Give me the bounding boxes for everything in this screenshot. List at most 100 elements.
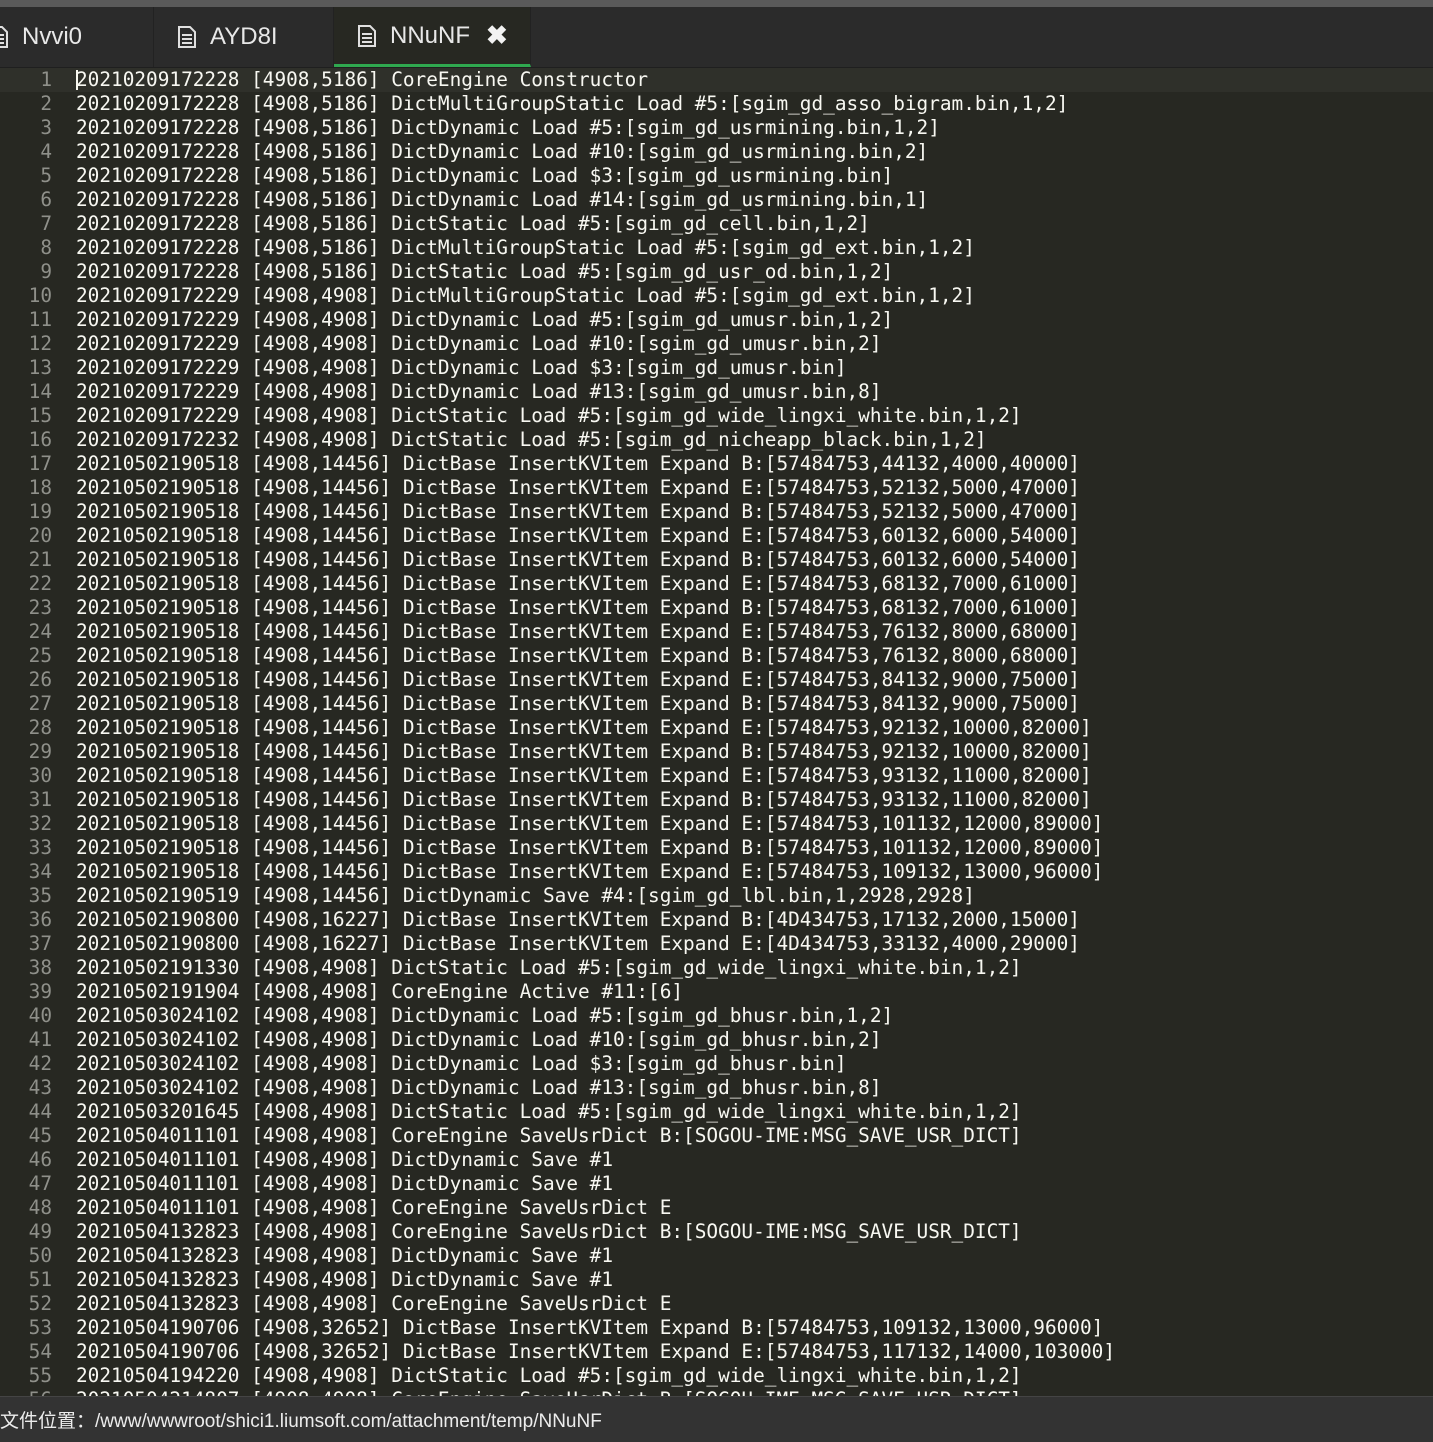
code-line[interactable]: 31 20210502190518 [4908,14456] DictBase I… (0, 788, 1433, 812)
code-line[interactable]: 23 20210502190518 [4908,14456] DictBase I… (0, 596, 1433, 620)
code-line[interactable]: 12 20210209172229 [4908,4908] DictDynamic… (0, 332, 1433, 356)
code-line[interactable]: 34 20210502190518 [4908,14456] DictBase I… (0, 860, 1433, 884)
code-line[interactable]: 2 20210209172228 [4908,5186] DictMultiGro… (0, 92, 1433, 116)
code-line[interactable]: 45 20210504011101 [4908,4908] CoreEngine … (0, 1124, 1433, 1148)
code-line[interactable]: 55 20210504194220 [4908,4908] DictStatic … (0, 1364, 1433, 1388)
code-line[interactable]: 17 20210502190518 [4908,14456] DictBase I… (0, 452, 1433, 476)
line-text: 20210209172229 [4908,4908] DictDynamic L… (76, 308, 894, 331)
line-number: 14 (28, 380, 52, 403)
code-line[interactable]: 38 20210502191330 [4908,4908] DictStatic … (0, 956, 1433, 980)
code-line[interactable]: 14 20210209172229 [4908,4908] DictDynamic… (0, 380, 1433, 404)
tab-ayd8i[interactable]: AYD8I (154, 7, 334, 67)
code-line[interactable]: 54 20210504190706 [4908,32652] DictBase I… (0, 1340, 1433, 1364)
document-icon (358, 24, 376, 47)
code-line[interactable]: 27 20210502190518 [4908,14456] DictBase I… (0, 692, 1433, 716)
line-text: 20210502190518 [4908,14456] DictBase Ins… (76, 548, 1080, 571)
code-line[interactable]: 5 20210209172228 [4908,5186] DictDynamic … (0, 164, 1433, 188)
line-number: 25 (28, 644, 52, 667)
line-text: 20210209172228 [4908,5186] DictDynamic L… (76, 140, 929, 163)
line-text: 20210504132823 [4908,4908] CoreEngine Sa… (76, 1292, 672, 1315)
line-text: 20210504132823 [4908,4908] CoreEngine Sa… (76, 1220, 1022, 1243)
code-line[interactable]: 21 20210502190518 [4908,14456] DictBase I… (0, 548, 1433, 572)
code-line[interactable]: 51 20210504132823 [4908,4908] DictDynamic… (0, 1268, 1433, 1292)
line-number: 26 (28, 668, 52, 691)
code-line[interactable]: 29 20210502190518 [4908,14456] DictBase I… (0, 740, 1433, 764)
code-line[interactable]: 8 20210209172228 [4908,5186] DictMultiGro… (0, 236, 1433, 260)
code-line[interactable]: 22 20210502190518 [4908,14456] DictBase I… (0, 572, 1433, 596)
code-line[interactable]: 9 20210209172228 [4908,5186] DictStatic L… (0, 260, 1433, 284)
code-line[interactable]: 37 20210502190800 [4908,16227] DictBase I… (0, 932, 1433, 956)
code-line[interactable]: 11 20210209172229 [4908,4908] DictDynamic… (0, 308, 1433, 332)
line-text: 20210502190519 [4908,14456] DictDynamic … (76, 884, 975, 907)
code-line[interactable]: 50 20210504132823 [4908,4908] DictDynamic… (0, 1244, 1433, 1268)
line-text: 20210503024102 [4908,4908] DictDynamic L… (76, 1076, 882, 1099)
code-line[interactable]: 44 20210503201645 [4908,4908] DictStatic … (0, 1100, 1433, 1124)
code-line[interactable]: 15 20210209172229 [4908,4908] DictStatic … (0, 404, 1433, 428)
line-text: 20210502190518 [4908,14456] DictBase Ins… (76, 764, 1092, 787)
code-line[interactable]: 28 20210502190518 [4908,14456] DictBase I… (0, 716, 1433, 740)
tab-label: AYD8I (210, 23, 278, 50)
tab-label: NNuNF (390, 21, 471, 49)
line-text: 20210209172229 [4908,4908] DictStatic Lo… (76, 404, 1022, 427)
line-text: 20210502190518 [4908,14456] DictBase Ins… (76, 836, 1104, 859)
line-text: 20210504011101 [4908,4908] DictDynamic S… (76, 1172, 614, 1195)
line-number: 19 (28, 500, 52, 523)
code-line[interactable]: 26 20210502190518 [4908,14456] DictBase I… (0, 668, 1433, 692)
line-number: 39 (28, 980, 52, 1003)
line-number: 40 (28, 1004, 52, 1027)
code-line[interactable]: 25 20210502190518 [4908,14456] DictBase I… (0, 644, 1433, 668)
code-line[interactable]: 1 20210209172228 [4908,5186] CoreEngine C… (0, 68, 1433, 92)
code-editor[interactable]: 1 20210209172228 [4908,5186] CoreEngine C… (0, 68, 1433, 1396)
code-line[interactable]: 40 20210503024102 [4908,4908] DictDynamic… (0, 1004, 1433, 1028)
code-line[interactable]: 16 20210209172232 [4908,4908] DictStatic … (0, 428, 1433, 452)
code-line[interactable]: 6 20210209172228 [4908,5186] DictDynamic … (0, 188, 1433, 212)
line-number: 16 (28, 428, 52, 451)
code-line[interactable]: 49 20210504132823 [4908,4908] CoreEngine … (0, 1220, 1433, 1244)
code-line[interactable]: 32 20210502190518 [4908,14456] DictBase I… (0, 812, 1433, 836)
code-line[interactable]: 42 20210503024102 [4908,4908] DictDynamic… (0, 1052, 1433, 1076)
line-text: 20210209172228 [4908,5186] CoreEngine Co… (76, 68, 649, 91)
code-line[interactable]: 24 20210502190518 [4908,14456] DictBase I… (0, 620, 1433, 644)
code-line[interactable]: 47 20210504011101 [4908,4908] DictDynamic… (0, 1172, 1433, 1196)
line-text: 20210209172228 [4908,5186] DictStatic Lo… (76, 260, 894, 283)
code-line[interactable]: 46 20210504011101 [4908,4908] DictDynamic… (0, 1148, 1433, 1172)
window-top-strip (0, 0, 1433, 7)
line-text: 20210209172228 [4908,5186] DictMultiGrou… (76, 92, 1069, 115)
line-text: 20210502191330 [4908,4908] DictStatic Lo… (76, 956, 1022, 979)
code-line[interactable]: 13 20210209172229 [4908,4908] DictDynamic… (0, 356, 1433, 380)
tab-nnunf[interactable]: NNuNF ✖ (334, 7, 531, 67)
tab-nvvi0[interactable]: Nvvi0 (0, 7, 154, 67)
code-line[interactable]: 36 20210502190800 [4908,16227] DictBase I… (0, 908, 1433, 932)
code-line[interactable]: 52 20210504132823 [4908,4908] CoreEngine … (0, 1292, 1433, 1316)
code-line[interactable]: 10 20210209172229 [4908,4908] DictMultiGr… (0, 284, 1433, 308)
line-number: 31 (28, 788, 52, 811)
line-text: 20210504132823 [4908,4908] DictDynamic S… (76, 1244, 614, 1267)
line-number: 17 (28, 452, 52, 475)
code-line[interactable]: 48 20210504011101 [4908,4908] CoreEngine … (0, 1196, 1433, 1220)
close-icon[interactable]: ✖ (486, 20, 508, 51)
line-number: 21 (28, 548, 52, 571)
code-line[interactable]: 7 20210209172228 [4908,5186] DictStatic L… (0, 212, 1433, 236)
code-line[interactable]: 35 20210502190519 [4908,14456] DictDynami… (0, 884, 1433, 908)
code-line[interactable]: 19 20210502190518 [4908,14456] DictBase I… (0, 500, 1433, 524)
code-line[interactable]: 53 20210504190706 [4908,32652] DictBase I… (0, 1316, 1433, 1340)
line-text: 20210209172229 [4908,4908] DictDynamic L… (76, 380, 882, 403)
code-line[interactable]: 56 20210504214807 [4908,4908] CoreEngine … (0, 1388, 1433, 1396)
line-text: 20210503024102 [4908,4908] DictDynamic L… (76, 1004, 894, 1027)
code-line[interactable]: 39 20210502191904 [4908,4908] CoreEngine … (0, 980, 1433, 1004)
line-text: 20210504194220 [4908,4908] DictStatic Lo… (76, 1364, 1022, 1387)
code-line[interactable]: 3 20210209172228 [4908,5186] DictDynamic … (0, 116, 1433, 140)
line-text: 20210504214807 [4908,4908] CoreEngine Sa… (76, 1388, 1022, 1396)
document-icon (178, 26, 196, 48)
code-line[interactable]: 20 20210502190518 [4908,14456] DictBase I… (0, 524, 1433, 548)
code-line[interactable]: 4 20210209172228 [4908,5186] DictDynamic … (0, 140, 1433, 164)
code-line[interactable]: 41 20210503024102 [4908,4908] DictDynamic… (0, 1028, 1433, 1052)
line-number: 44 (28, 1100, 52, 1123)
code-line[interactable]: 18 20210502190518 [4908,14456] DictBase I… (0, 476, 1433, 500)
code-line[interactable]: 30 20210502190518 [4908,14456] DictBase I… (0, 764, 1433, 788)
line-text: 20210502190518 [4908,14456] DictBase Ins… (76, 812, 1104, 835)
line-number: 43 (28, 1076, 52, 1099)
code-line[interactable]: 33 20210502190518 [4908,14456] DictBase I… (0, 836, 1433, 860)
code-line[interactable]: 43 20210503024102 [4908,4908] DictDynamic… (0, 1076, 1433, 1100)
line-text: 20210209172228 [4908,5186] DictDynamic L… (76, 188, 929, 211)
